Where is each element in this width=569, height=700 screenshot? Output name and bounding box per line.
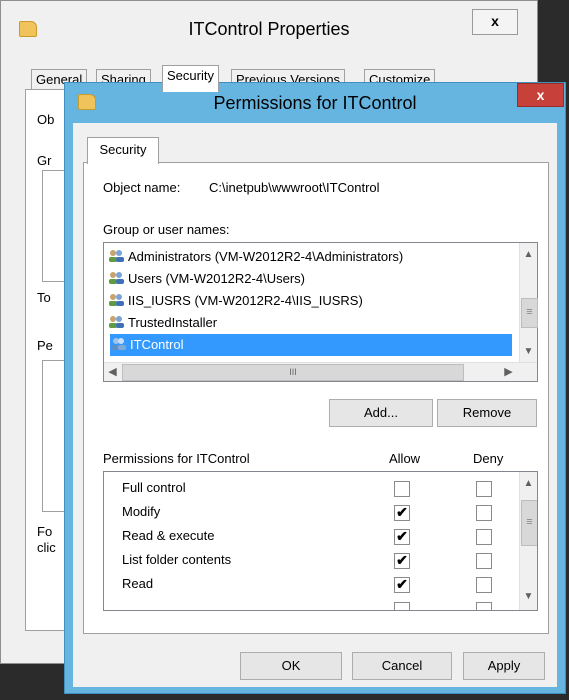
permission-name: Modify (122, 504, 161, 519)
users-group-icon (109, 294, 124, 306)
user-icon (111, 338, 126, 350)
allow-checkbox[interactable]: ✔ (394, 577, 410, 593)
scroll-thumb[interactable]: ≡ (521, 298, 538, 328)
allow-checkbox[interactable]: ✔ (394, 505, 410, 521)
permission-row: Read ✔ (104, 572, 514, 596)
permissions-dialog: Permissions for ITControl x Security Obj… (64, 82, 566, 694)
list-item-selected[interactable]: ITControl (110, 334, 512, 356)
users-group-icon (109, 250, 124, 262)
permission-list: Full control Modify ✔ Read & execute ✔ L… (103, 471, 538, 611)
user-label: ITControl (130, 337, 184, 352)
group-label: Group or user names: (103, 222, 230, 237)
permission-row: Full control (104, 476, 514, 500)
dialog-title: Permissions for ITControl (213, 93, 417, 113)
user-label: TrustedInstaller (128, 315, 218, 330)
scroll-up-icon[interactable]: ▲ (520, 246, 537, 263)
tab-security[interactable]: Security (162, 65, 219, 92)
ok-button[interactable]: OK (240, 652, 342, 680)
permission-row: Modify ✔ (104, 500, 514, 524)
partial-label: To (37, 290, 51, 305)
permission-list-scrollbar[interactable]: ▲ ≡ ▼ (519, 472, 537, 610)
user-list[interactable]: Administrators (VM-W2012R2-4\Administrat… (103, 242, 538, 382)
allow-checkbox[interactable] (394, 481, 410, 497)
permission-name: List folder contents (122, 552, 232, 567)
partial-label: clic (37, 540, 56, 555)
user-list-horizontal-scrollbar[interactable]: ◀ III ▶ (104, 362, 537, 381)
scroll-left-icon[interactable]: ◀ (104, 363, 121, 381)
properties-close-button[interactable]: x (472, 9, 518, 35)
permission-name: Read (122, 576, 154, 591)
scroll-down-icon[interactable]: ▼ (520, 588, 537, 605)
apply-button[interactable]: Apply (463, 652, 545, 680)
permissions-label: Permissions for ITControl (103, 451, 250, 466)
dialog-client: Security Object name: C:\inetpub\wwwroot… (73, 123, 557, 687)
users-group-icon (109, 272, 124, 284)
deny-header: Deny (473, 451, 504, 466)
scroll-thumb[interactable]: ≡ (521, 500, 537, 546)
deny-checkbox[interactable] (476, 529, 492, 545)
user-label: Administrators (VM-W2012R2-4\Administrat… (128, 249, 404, 264)
scroll-up-icon[interactable]: ▲ (520, 475, 537, 492)
horizontal-scroll-thumb[interactable]: III (122, 364, 464, 381)
cancel-button[interactable]: Cancel (352, 652, 452, 680)
object-name-label: Object name: (103, 180, 181, 195)
deny-checkbox[interactable] (476, 577, 492, 593)
allow-checkbox[interactable]: ✔ (394, 529, 410, 545)
permission-row: Read & execute ✔ (104, 524, 514, 548)
permission-name: Full control (122, 480, 186, 495)
users-group-icon (109, 316, 124, 328)
user-label: Users (VM-W2012R2-4\Users) (128, 271, 305, 286)
partial-label: Pe (37, 338, 53, 353)
deny-checkbox[interactable] (476, 505, 492, 521)
deny-checkbox[interactable] (476, 553, 492, 569)
remove-button[interactable]: Remove (437, 399, 537, 427)
deny-checkbox[interactable] (476, 481, 492, 497)
properties-title: ITControl Properties (188, 19, 350, 39)
allow-checkbox[interactable] (394, 602, 410, 610)
scroll-down-icon[interactable]: ▼ (520, 343, 537, 360)
permission-row-partial (104, 596, 514, 610)
list-item[interactable]: Administrators (VM-W2012R2-4\Administrat… (108, 246, 512, 268)
tab-security[interactable]: Security (87, 137, 159, 164)
list-item[interactable]: TrustedInstaller (108, 312, 512, 334)
partial-label: Ob (37, 112, 55, 127)
close-button[interactable]: x (517, 83, 564, 107)
list-item[interactable]: Users (VM-W2012R2-4\Users) (108, 268, 512, 290)
allow-checkbox[interactable]: ✔ (394, 553, 410, 569)
scroll-right-icon[interactable]: ▶ (500, 363, 517, 381)
user-list-vertical-scrollbar[interactable]: ▲ ≡ ▼ (519, 243, 538, 363)
partial-label: Gr (37, 153, 52, 168)
permission-row: List folder contents ✔ (104, 548, 514, 572)
partial-label: Fo (37, 524, 53, 539)
dialog-title-bar: Permissions for ITControl x (65, 83, 565, 123)
permission-name: Read & execute (122, 528, 215, 543)
properties-title-bar: ITControl Properties x (1, 1, 537, 59)
allow-header: Allow (389, 451, 421, 466)
user-label: IIS_IUSRS (VM-W2012R2-4\IIS_IUSRS) (128, 293, 363, 308)
add-button[interactable]: Add... (329, 399, 433, 427)
list-item[interactable]: IIS_IUSRS (VM-W2012R2-4\IIS_IUSRS) (108, 290, 512, 312)
object-name-value: C:\inetpub\wwwroot\ITControl (209, 180, 380, 195)
deny-checkbox[interactable] (476, 602, 492, 610)
